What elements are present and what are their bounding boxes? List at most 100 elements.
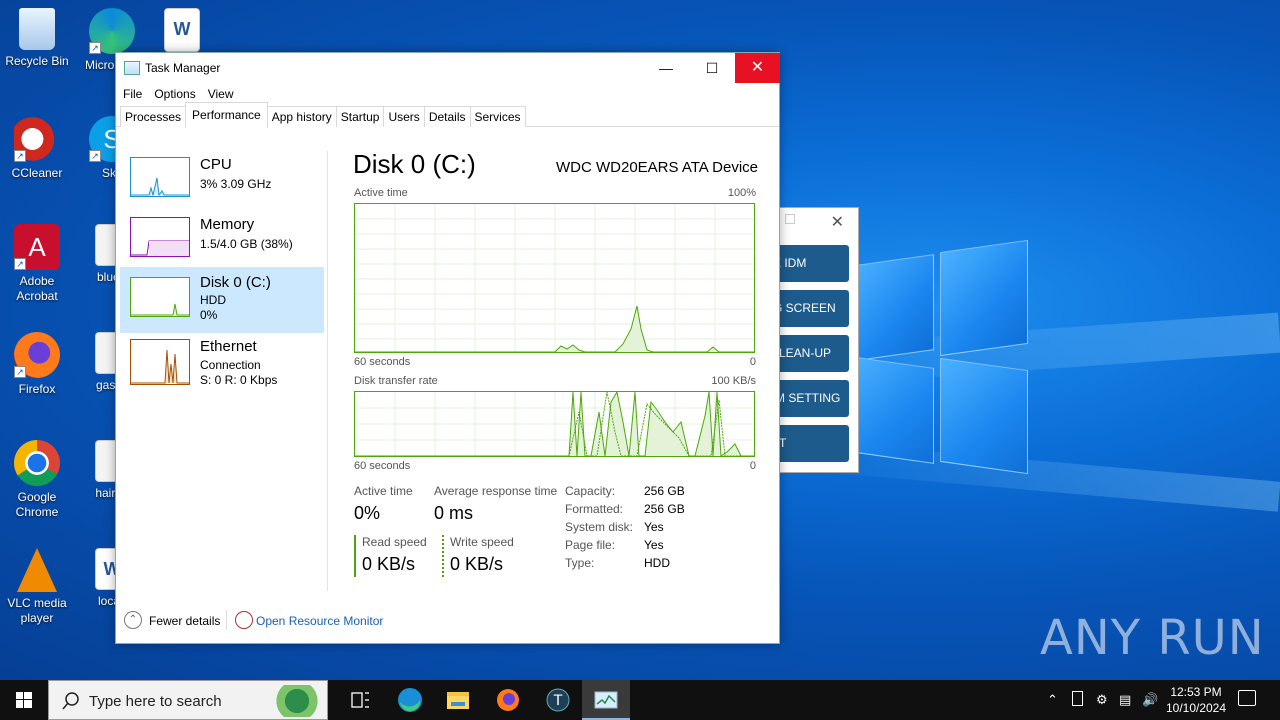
- svg-text:T: T: [553, 693, 563, 709]
- resource-list: CPU 3% 3.09 GHz Memory 1.5/4.0 GB (38%) …: [120, 149, 326, 589]
- bg-dialog-button[interactable]: G SCREEN: [779, 290, 849, 327]
- title-bar[interactable]: Task Manager — ☐ ✕: [116, 53, 780, 83]
- acrobat-icon: A ↗: [14, 224, 60, 270]
- desktop-icon-word-doc[interactable]: W: [146, 8, 218, 56]
- network-status-icon[interactable]: ⚙: [1096, 692, 1108, 708]
- chevron-up-icon[interactable]: ⌃: [1047, 692, 1058, 708]
- menu-view[interactable]: View: [208, 87, 234, 101]
- tab-performance[interactable]: Performance: [185, 102, 268, 128]
- bg-dialog-button[interactable]: E IDM: [779, 245, 849, 282]
- menu-options[interactable]: Options: [154, 87, 195, 101]
- maximize-button[interactable]: ☐: [689, 53, 735, 83]
- prop-formatted-label: Formatted:: [565, 502, 624, 516]
- tab-users[interactable]: Users: [383, 106, 425, 127]
- tab-processes[interactable]: Processes: [120, 106, 187, 127]
- bg-dialog-button[interactable]: LEAN-UP: [779, 335, 849, 372]
- anyrun-watermark: ANY RUN: [1040, 610, 1265, 666]
- graph1-x-right: 0: [749, 356, 756, 368]
- tablet-icon[interactable]: [1072, 691, 1083, 706]
- notification-icon[interactable]: [1238, 690, 1256, 706]
- prop-type-value: HDD: [644, 556, 670, 570]
- app-icon: T: [546, 688, 570, 712]
- resource-detail: 3% 3.09 GHz: [200, 177, 272, 191]
- clock[interactable]: 12:53 PM 10/10/2024: [1160, 684, 1232, 716]
- active-time-graph-label: Active time: [354, 187, 408, 199]
- task-manager-window: Task Manager — ☐ ✕ File Options View Pro…: [115, 52, 780, 644]
- chevron-up-icon[interactable]: ⌃: [124, 611, 142, 629]
- close-button[interactable]: ✕: [735, 53, 780, 83]
- resource-disk-0[interactable]: Disk 0 (C:) HDD 0%: [120, 267, 324, 333]
- open-resource-monitor-link[interactable]: Open Resource Monitor: [256, 614, 383, 628]
- resource-name: CPU: [200, 156, 232, 173]
- footer-divider: [226, 610, 227, 630]
- write-speed-marker: [442, 535, 444, 577]
- fewer-details-link[interactable]: Fewer details: [149, 614, 220, 628]
- taskbar-search-box[interactable]: Type here to search: [48, 680, 328, 720]
- tab-bar: Processes Performance App history Startu…: [116, 102, 779, 128]
- prop-system-disk-value: Yes: [644, 520, 664, 534]
- write-speed-value: 0 KB/s: [450, 554, 504, 574]
- desktop-icon-adobe-acrobat[interactable]: A ↗ Adobe Acrobat: [1, 224, 73, 304]
- edge-icon: ↗: [89, 8, 135, 54]
- graph1-x-left: 60 seconds: [354, 356, 411, 368]
- volume-icon[interactable]: 🔊: [1142, 692, 1158, 708]
- active-time-graph: [354, 203, 755, 353]
- tab-startup[interactable]: Startup: [335, 106, 385, 127]
- clock-date: 10/10/2024: [1165, 701, 1227, 715]
- desktop-icon-google-chrome[interactable]: Google Chrome: [1, 440, 73, 520]
- chrome-icon: [14, 440, 60, 486]
- resource-name: Disk 0 (C:): [200, 274, 271, 291]
- desktop-icon-firefox[interactable]: ↗ Firefox: [1, 332, 73, 397]
- resource-memory[interactable]: Memory 1.5/4.0 GB (38%): [120, 209, 324, 275]
- folder-icon: [447, 692, 469, 709]
- taskbar-firefox[interactable]: [484, 680, 532, 720]
- clock-time: 12:53 PM: [1170, 685, 1222, 699]
- graph2-x-left: 60 seconds: [354, 460, 411, 472]
- resource-detail: S: 0 R: 0 Kbps: [200, 373, 278, 387]
- avg-response-value: 0 ms: [434, 503, 474, 523]
- prop-formatted-value: 256 GB: [644, 502, 685, 516]
- close-icon[interactable]: ✕: [831, 212, 844, 232]
- disk-details-panel: Disk 0 (C:) WDC WD20EARS ATA Device Acti…: [353, 149, 758, 589]
- disk-title: Disk 0 (C:): [353, 149, 476, 179]
- maximize-icon: [785, 214, 795, 224]
- read-speed-value: 0 KB/s: [362, 554, 416, 574]
- disk-device-name: WDC WD20EARS ATA Device: [556, 159, 758, 176]
- tab-services[interactable]: Services: [469, 106, 526, 127]
- menu-file[interactable]: File: [123, 87, 142, 101]
- bg-dialog-button[interactable]: M SETTING: [779, 380, 849, 417]
- desktop-icon-vlc[interactable]: VLC media player: [1, 548, 73, 626]
- tab-details[interactable]: Details: [423, 106, 471, 127]
- taskbar-file-explorer[interactable]: [434, 680, 482, 720]
- footer: ⌃ Fewer details Open Resource Monitor: [116, 608, 779, 638]
- resource-detail: HDD: [200, 293, 226, 307]
- minimize-button[interactable]: —: [643, 53, 689, 83]
- prop-page-file-value: Yes: [644, 538, 664, 552]
- desktop-icon-ccleaner[interactable]: ↗ CCleaner: [1, 116, 73, 181]
- cpu-thumbnail-graph: [130, 157, 190, 197]
- memory-thumbnail-graph: [130, 217, 190, 257]
- network-icon[interactable]: ▤: [1119, 692, 1131, 708]
- taskbar-task-manager[interactable]: [582, 680, 630, 720]
- desktop-icon-label: Adobe Acrobat: [16, 274, 58, 303]
- desktop-icon-label: Google Chrome: [15, 490, 59, 519]
- tab-app-history[interactable]: App history: [266, 106, 337, 127]
- resource-detail: Connection: [200, 358, 261, 372]
- resource-cpu[interactable]: CPU 3% 3.09 GHz: [120, 149, 324, 215]
- prop-capacity-label: Capacity:: [565, 484, 616, 498]
- task-view-icon: [351, 692, 369, 708]
- desktop-icon-recycle-bin[interactable]: Recycle Bin: [1, 8, 73, 69]
- read-speed-label: Read speed: [362, 535, 427, 549]
- vlc-icon: [17, 548, 57, 592]
- prop-system-disk-label: System disk:: [565, 520, 634, 534]
- taskbar-app[interactable]: T: [534, 680, 582, 720]
- search-placeholder: Type here to search: [89, 693, 222, 710]
- transfer-rate-graph-max: 100 KB/s: [711, 375, 756, 387]
- bg-dialog-button[interactable]: T: [779, 425, 849, 462]
- start-button[interactable]: [0, 680, 48, 720]
- taskbar-edge[interactable]: [386, 680, 434, 720]
- task-view-button[interactable]: [336, 680, 384, 720]
- resource-name: Memory: [200, 216, 255, 233]
- transfer-rate-graph-label: Disk transfer rate: [354, 375, 438, 387]
- resource-ethernet[interactable]: Ethernet Connection S: 0 R: 0 Kbps: [120, 333, 324, 399]
